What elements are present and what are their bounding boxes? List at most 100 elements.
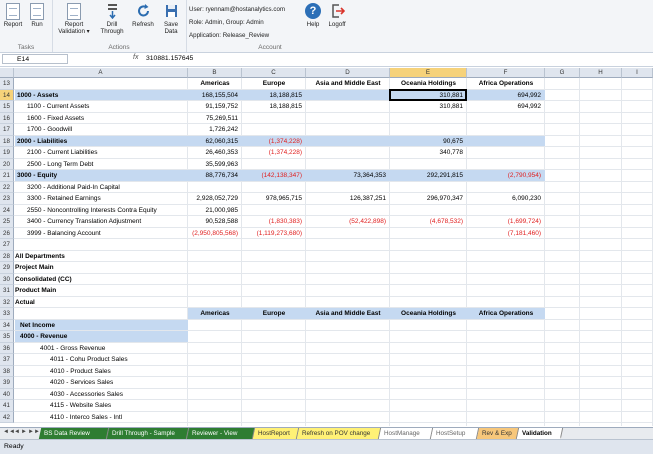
column-header-a[interactable]: A: [14, 68, 188, 78]
row-header[interactable]: 23: [0, 193, 14, 205]
spreadsheet-grid[interactable]: A B C D E F G H I 13 14 15 16 17 18 19 20 21 22 23 24 25 26 27 2…: [0, 68, 653, 426]
value-cell[interactable]: 2,928,052,729: [188, 193, 238, 204]
value-cell[interactable]: (4,678,532): [390, 216, 463, 227]
value-cell[interactable]: 292,291,815: [390, 170, 463, 181]
value-cell[interactable]: 296,970,347: [390, 193, 463, 204]
row-header[interactable]: 22: [0, 181, 14, 193]
value-cell[interactable]: 18,188,815: [242, 101, 302, 112]
value-cell[interactable]: 21,000,985: [188, 205, 238, 216]
value-cell[interactable]: (7,181,460): [467, 228, 541, 239]
selected-cell[interactable]: [389, 88, 467, 101]
value-cell[interactable]: 6,090,230: [467, 193, 541, 204]
row-header[interactable]: 16: [0, 112, 14, 124]
value-cell[interactable]: (2,790,954): [467, 170, 541, 181]
row-header[interactable]: 34: [0, 319, 14, 331]
prev-sheet-icon[interactable]: ◄: [14, 429, 20, 435]
row-header[interactable]: 42: [0, 411, 14, 423]
sheet-tab[interactable]: Drill Through - Sample: [106, 428, 190, 439]
column-header-b[interactable]: B: [188, 68, 242, 78]
run-button[interactable]: Run: [26, 3, 48, 28]
column-header-d[interactable]: D: [306, 68, 390, 78]
report-validation-button[interactable]: Report Validation ▾: [54, 3, 94, 35]
value-cell[interactable]: 73,364,353: [306, 170, 386, 181]
sheet-tab[interactable]: BS Data Review: [38, 428, 110, 439]
value-cell[interactable]: (1,699,724): [467, 216, 541, 227]
row-header[interactable]: 38: [0, 365, 14, 377]
row-header[interactable]: 15: [0, 101, 14, 113]
help-button[interactable]: ? Help: [302, 3, 324, 28]
column-header-c[interactable]: C: [242, 68, 306, 78]
row-header[interactable]: 18: [0, 135, 14, 147]
row-header[interactable]: 20: [0, 158, 14, 170]
value-cell[interactable]: 90,675: [390, 136, 463, 147]
row-header[interactable]: 14: [0, 89, 14, 101]
sheet-tab[interactable]: Rev & Exp: [476, 428, 520, 439]
row-header[interactable]: 13: [0, 78, 14, 90]
fx-icon[interactable]: fx: [133, 54, 138, 61]
value-cell[interactable]: 26,460,353: [188, 147, 238, 158]
row-header[interactable]: 32: [0, 296, 14, 308]
value-cell[interactable]: (1,374,228): [242, 136, 302, 147]
row-header[interactable]: 21: [0, 170, 14, 182]
value-cell[interactable]: 35,599,963: [188, 159, 238, 170]
last-sheet-icon[interactable]: ►►: [28, 429, 40, 435]
value-cell[interactable]: 62,060,315: [188, 136, 238, 147]
value-cell[interactable]: 694,992: [467, 101, 542, 112]
row-header[interactable]: 41: [0, 400, 14, 412]
value-cell[interactable]: (2,950,805,568): [188, 228, 238, 239]
row-header[interactable]: 30: [0, 273, 14, 285]
value-cell[interactable]: (142,138,347): [242, 170, 302, 181]
column-header-h[interactable]: H: [580, 68, 622, 78]
refresh-button[interactable]: Refresh: [130, 3, 156, 28]
report-button[interactable]: Report: [2, 3, 24, 28]
row-header[interactable]: 26: [0, 227, 14, 239]
row-header[interactable]: 19: [0, 147, 14, 159]
value-cell[interactable]: 18,188,815: [242, 90, 302, 101]
row-header[interactable]: 25: [0, 216, 14, 228]
select-all-corner[interactable]: [0, 68, 14, 78]
value-cell[interactable]: 91,159,752: [188, 101, 238, 112]
sheet-tab[interactable]: HostSetup: [430, 428, 480, 439]
sheet-tab[interactable]: HostReport: [252, 428, 300, 439]
row-header[interactable]: 27: [0, 239, 14, 251]
column-header-f[interactable]: F: [467, 68, 545, 78]
row-header[interactable]: 35: [0, 331, 14, 343]
row-header[interactable]: 28: [0, 250, 14, 262]
value-cell[interactable]: (1,830,383): [242, 216, 302, 227]
value-cell[interactable]: 90,528,588: [188, 216, 238, 227]
next-sheet-icon[interactable]: ►: [21, 429, 27, 435]
name-box[interactable]: E14: [2, 54, 68, 64]
value-cell[interactable]: 1,726,242: [188, 124, 238, 135]
drill-through-button[interactable]: Drill Through: [98, 3, 126, 35]
value-cell[interactable]: (1,119,273,680): [242, 228, 302, 239]
sheet-tab[interactable]: Refresh on POV change: [296, 428, 382, 439]
formula-input[interactable]: 310881.157645: [146, 54, 193, 64]
save-data-button[interactable]: Save Data: [158, 3, 184, 35]
row-header[interactable]: 36: [0, 342, 14, 354]
logoff-button[interactable]: Logoff: [326, 3, 348, 28]
value-cell[interactable]: 126,387,251: [306, 193, 386, 204]
value-cell[interactable]: (52,422,898): [306, 216, 386, 227]
value-cell[interactable]: 75,269,511: [188, 113, 238, 124]
column-header-g[interactable]: G: [545, 68, 580, 78]
row-header[interactable]: 40: [0, 388, 14, 400]
value-cell[interactable]: 310,881: [390, 101, 464, 112]
row-header[interactable]: 37: [0, 354, 14, 366]
value-cell[interactable]: 88,776,734: [188, 170, 238, 181]
value-cell[interactable]: 978,965,715: [242, 193, 302, 204]
value-cell[interactable]: 168,155,504: [188, 90, 238, 101]
row-header[interactable]: 29: [0, 262, 14, 274]
row-header[interactable]: 33: [0, 308, 14, 320]
column-header-i[interactable]: I: [622, 68, 653, 78]
column-header-e[interactable]: E: [390, 68, 467, 78]
row-header[interactable]: 39: [0, 377, 14, 389]
value-cell[interactable]: 340,778: [390, 147, 464, 158]
value-cell[interactable]: 694,992: [467, 90, 542, 101]
sheet-tab[interactable]: HostManage: [378, 428, 434, 439]
value-cell[interactable]: (1,374,228): [242, 147, 302, 158]
row-header[interactable]: 31: [0, 285, 14, 297]
sheet-tab[interactable]: Reviewer - View: [186, 428, 256, 439]
row-header[interactable]: 24: [0, 204, 14, 216]
row-header[interactable]: 17: [0, 124, 14, 136]
sheet-tab[interactable]: Validation: [516, 428, 564, 439]
